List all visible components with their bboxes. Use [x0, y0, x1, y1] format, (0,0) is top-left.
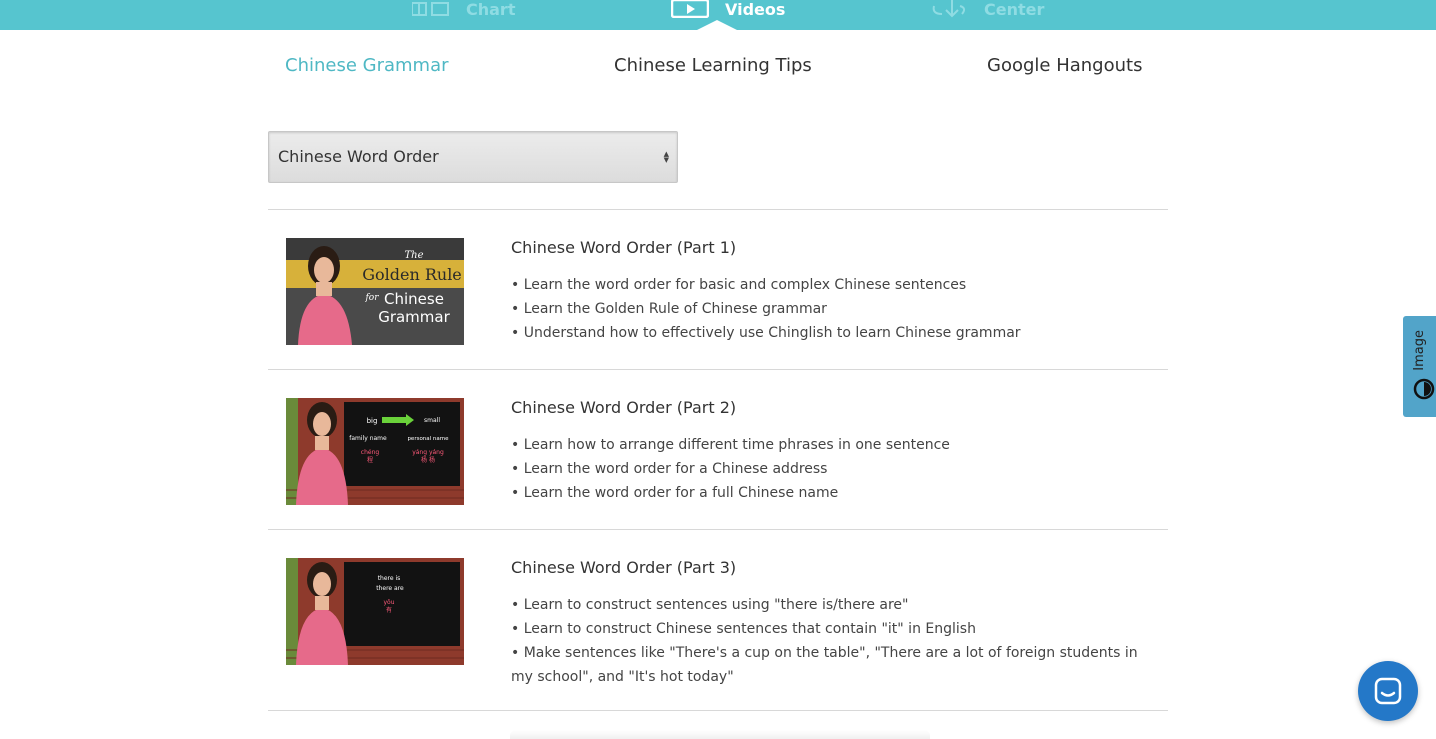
subnav-chinese-grammar[interactable]: Chinese Grammar	[285, 55, 449, 76]
thumb-text: big	[367, 417, 378, 425]
video-bullets-2: Learn how to arrange different time phra…	[511, 433, 1161, 505]
video-bullet: Learn the word order for basic and compl…	[511, 273, 1161, 297]
download-icon	[930, 0, 968, 22]
video-info-2: Chinese Word Order (Part 2) Learn how to…	[511, 398, 1161, 505]
thumb-text: small	[424, 417, 440, 424]
video-bullets-1: Learn the word order for basic and compl…	[511, 273, 1161, 345]
divider	[268, 369, 1168, 370]
thumb-text: chéng	[361, 449, 380, 456]
video-bullets-3: Learn to construct sentences using "ther…	[511, 593, 1161, 689]
video-bullet: Learn the word order for a Chinese addre…	[511, 457, 1161, 481]
divider	[268, 529, 1168, 530]
top-nav-center[interactable]: Center	[930, 0, 1044, 24]
subnav-google-hangouts[interactable]: Google Hangouts	[987, 55, 1142, 76]
half-circle-icon	[1413, 378, 1435, 404]
video-item-3: there is there are yǒu 有 Chinese Word Or…	[268, 558, 1168, 688]
side-image-tab[interactable]: Image	[1403, 316, 1436, 417]
thumb-text: Golden Rule	[362, 265, 462, 284]
video-item-1: The Golden Rule for Chinese Grammar Chin…	[268, 238, 1168, 348]
video-thumbnail-2[interactable]: big small family name personal name chén…	[286, 398, 464, 505]
side-tab-label: Image	[1412, 330, 1427, 371]
thumb-text: Chinese	[384, 290, 444, 308]
video-thumbnail-3[interactable]: there is there are yǒu 有	[286, 558, 464, 665]
active-tab-indicator	[697, 20, 737, 30]
subnav-chinese-learning-tips[interactable]: Chinese Learning Tips	[614, 55, 812, 76]
video-title-1[interactable]: Chinese Word Order (Part 1)	[511, 238, 1161, 258]
top-nav-bar: Chart Videos Center	[0, 0, 1436, 30]
video-bullet: Make sentences like "There's a cup on th…	[511, 641, 1161, 689]
thumb-text: 程	[367, 456, 373, 464]
thumb-text: personal name	[407, 436, 449, 442]
bottom-panel-edge	[510, 730, 930, 739]
thumb-text: yáng yáng	[412, 449, 444, 456]
divider	[268, 209, 1168, 210]
thumb-text: there is	[378, 575, 401, 582]
thumb-text: yǒu	[383, 599, 394, 606]
video-bullet: Learn the Golden Rule of Chinese grammar	[511, 297, 1161, 321]
video-bullet: Learn to construct Chinese sentences tha…	[511, 617, 1161, 641]
select-arrows-icon: ▲ ▼	[663, 150, 669, 164]
thumb-text: family name	[349, 435, 387, 442]
topic-select[interactable]: Chinese Word Order ▲ ▼	[268, 131, 678, 183]
video-title-3[interactable]: Chinese Word Order (Part 3)	[511, 558, 1161, 578]
video-bullet: Learn the word order for a full Chinese …	[511, 481, 1161, 505]
video-info-3: Chinese Word Order (Part 3) Learn to con…	[511, 558, 1161, 689]
thumb-text: 有	[386, 606, 392, 614]
top-nav-chart-label: Chart	[466, 0, 516, 19]
topic-select-value: Chinese Word Order	[278, 147, 439, 166]
video-title-2[interactable]: Chinese Word Order (Part 2)	[511, 398, 1161, 418]
thumb-text: Grammar	[378, 308, 450, 326]
video-bullet: Understand how to effectively use Chingl…	[511, 321, 1161, 345]
chat-launcher-button[interactable]	[1358, 661, 1418, 721]
divider	[268, 710, 1168, 711]
top-nav-videos-label: Videos	[725, 0, 786, 19]
video-bullet: Learn how to arrange different time phra…	[511, 433, 1161, 457]
video-icon	[670, 0, 710, 22]
chart-icon	[411, 0, 450, 21]
video-thumbnail-1[interactable]: The Golden Rule for Chinese Grammar	[286, 238, 464, 345]
thumb-text: 杨 杨	[421, 456, 435, 464]
top-nav-chart[interactable]: Chart	[411, 0, 516, 24]
video-info-1: Chinese Word Order (Part 1) Learn the wo…	[511, 238, 1161, 345]
top-nav-center-label: Center	[984, 0, 1045, 19]
video-item-2: big small family name personal name chén…	[268, 398, 1168, 508]
video-bullet: Learn to construct sentences using "ther…	[511, 593, 1161, 617]
thumb-text: there are	[376, 585, 404, 592]
thumb-text: The	[404, 250, 423, 261]
thumb-text: for	[364, 293, 379, 303]
